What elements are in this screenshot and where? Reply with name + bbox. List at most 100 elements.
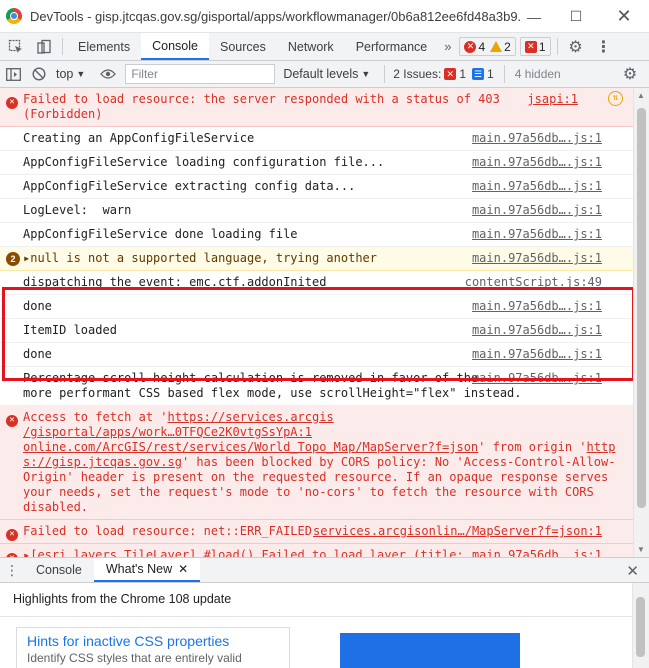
source-link[interactable]: main.97a56db….js:1	[472, 323, 602, 338]
maximize-icon[interactable]: ☐	[553, 0, 599, 33]
source-link[interactable]: main.97a56db….js:1	[472, 179, 602, 194]
dropdown-arrow-icon: ▼	[76, 69, 86, 79]
hidden-messages-count: 4 hidden	[503, 65, 561, 83]
issues-button[interactable]: 2 Issues: ✕ 1 ☰ 1	[384, 65, 494, 83]
window-titlebar: DevTools - gisp.jtcqas.gov.sg/gisportal/…	[0, 0, 649, 33]
chrome-logo-icon	[6, 8, 22, 24]
source-link[interactable]: main.97a56db….js:1	[472, 251, 602, 266]
message-text: AppConfigFileService loading configurati…	[23, 155, 385, 169]
more-options-kebab-icon[interactable]: ⋮	[590, 33, 618, 60]
log-message: ItemID loaded main.97a56db….js:1	[0, 319, 633, 343]
drawer-tab-label: Console	[36, 563, 82, 577]
request-network-icon[interactable]: ⇅	[608, 91, 623, 106]
log-message: LogLevel: warn main.97a56db….js:1	[0, 199, 633, 223]
filter-input[interactable]: Filter	[125, 64, 276, 84]
console-toolbar: top ▼ Filter Default levels ▼ 2 Issues: …	[0, 61, 649, 88]
source-link[interactable]: contentScript.js:49	[465, 275, 602, 290]
tab-sources[interactable]: Sources	[209, 33, 277, 60]
issues-counter[interactable]: ✕ 1	[519, 37, 551, 56]
repeat-count-badge: 2	[6, 252, 20, 266]
source-link[interactable]: main.97a56db….js:1	[472, 155, 602, 170]
drawer-tabbar: ⋮ Console What's New ✕ ✕	[0, 557, 649, 583]
message-list: ✕ Failed to load resource: net::ERR_FAILE…	[0, 520, 633, 557]
source-link[interactable]: main.97a56db….js:1	[472, 203, 602, 218]
source-link[interactable]: main.97a56db….js:1	[472, 131, 602, 146]
tab-elements[interactable]: Elements	[67, 33, 141, 60]
scroll-up-icon[interactable]: ▲	[637, 91, 645, 100]
context-selector[interactable]: top ▼	[52, 67, 89, 81]
issue-error-icon: ✕	[444, 68, 457, 80]
feature-card-subtitle: Identify CSS styles that are entirely va…	[27, 651, 242, 665]
source-link[interactable]: main.97a56db….js:1	[472, 299, 602, 314]
promo-image	[340, 633, 520, 668]
message-text: Creating an AppConfigFileService	[23, 131, 255, 145]
console-settings-gear-icon[interactable]: ⚙	[617, 61, 643, 87]
error-icon: ✕	[6, 93, 18, 109]
message-text: AppConfigFileService extracting config d…	[23, 179, 356, 193]
clear-console-icon[interactable]	[26, 61, 52, 87]
live-expression-eye-icon[interactable]	[95, 61, 121, 87]
message-list: ✕ Failed to load resource: the server res…	[0, 88, 633, 406]
drawer-tab-console[interactable]: Console	[24, 558, 94, 582]
device-toolbar-icon[interactable]	[30, 33, 58, 60]
source-link[interactable]: main.97a56db….js:1	[472, 227, 602, 242]
message-text: ▸[esri.layers.TileLayer] #load() Failed …	[23, 548, 464, 557]
window-title: DevTools - gisp.jtcqas.gov.sg/gisportal/…	[30, 8, 520, 24]
show-sidebar-icon[interactable]	[0, 61, 26, 87]
message-text: Percentage scroll height calculation is …	[23, 371, 522, 400]
error-message: ✕ Failed to load resource: the server res…	[0, 88, 633, 127]
error-warning-counter[interactable]: ✕ 4 2	[459, 37, 516, 56]
issue-error-icon: ✕	[524, 40, 537, 53]
drawer-tab-whats-new[interactable]: What's New ✕	[93, 558, 201, 582]
tab-network[interactable]: Network	[277, 33, 345, 60]
error-icon: ✕	[6, 411, 18, 427]
more-tabs-chevron-icon[interactable]: »	[438, 33, 457, 60]
console-scrollbar[interactable]: ▲ ▼	[633, 88, 649, 557]
error-icon: ✕	[6, 549, 18, 557]
issues-label: 2 Issues:	[393, 67, 442, 81]
log-message: done main.97a56db….js:1	[0, 295, 633, 319]
tab-console[interactable]: Console	[141, 33, 209, 60]
feature-card-title[interactable]: Hints for inactive CSS properties	[27, 633, 279, 649]
source-link[interactable]: main.97a56db….js:1	[472, 371, 602, 386]
log-levels-label: Default levels	[283, 67, 359, 81]
source-link[interactable]: main.97a56db….js:1	[472, 347, 602, 362]
cors-prefix: Access to fetch at '	[23, 410, 168, 424]
log-message: Percentage scroll height calculation is …	[0, 367, 633, 406]
drawer-tab-label: What's New	[105, 562, 173, 576]
context-value: top	[56, 67, 74, 81]
devtools-tabbar: Elements Console Sources Network Perform…	[0, 33, 649, 61]
error-icon: ✕	[6, 525, 18, 541]
whats-new-heading: Highlights from the Chrome 108 update	[13, 592, 232, 606]
issue-count: 1	[538, 39, 546, 54]
source-link[interactable]: jsapi:1	[527, 92, 578, 107]
source-link[interactable]: main.97a56db….js:1	[472, 548, 602, 557]
log-message: AppConfigFileService loading configurati…	[0, 151, 633, 175]
error-message: ✕ ▸[esri.layers.TileLayer] #load() Failed…	[0, 544, 633, 557]
settings-gear-icon[interactable]: ⚙	[562, 33, 590, 60]
minimize-icon[interactable]: —	[511, 0, 557, 33]
issues-error-count: 1	[459, 67, 466, 81]
inspect-element-icon[interactable]	[2, 33, 30, 60]
source-link[interactable]: services.arcgisonlin…/MapServer?f=json:1	[313, 524, 602, 539]
tab-performance[interactable]: Performance	[345, 33, 439, 60]
message-text: AppConfigFileService done loading file	[23, 227, 298, 241]
scroll-down-icon[interactable]: ▼	[637, 545, 645, 554]
log-message: AppConfigFileService done loading file ma…	[0, 223, 633, 247]
cors-error-message: ✕ Access to fetch at 'https://services.a…	[0, 406, 633, 520]
warning-count: 2	[504, 39, 511, 54]
error-count: 4	[478, 39, 486, 54]
drawer-scrollbar[interactable]	[632, 583, 649, 668]
message-text: ▸null is not a supported language, tryin…	[23, 251, 378, 265]
warning-icon	[490, 41, 503, 52]
drawer-menu-kebab-icon[interactable]: ⋮	[0, 558, 24, 582]
close-drawer-icon[interactable]: ✕	[626, 562, 639, 580]
scrollbar-thumb[interactable]	[636, 597, 645, 657]
close-window-icon[interactable]: ✕	[601, 0, 647, 33]
feature-card[interactable]: Hints for inactive CSS properties Identi…	[16, 627, 290, 668]
close-tab-icon[interactable]: ✕	[178, 562, 188, 576]
message-text: LogLevel: warn	[23, 203, 132, 217]
scrollbar-thumb[interactable]	[637, 108, 646, 508]
log-levels-dropdown[interactable]: Default levels ▼	[283, 67, 370, 81]
message-text: dispatching the event: emc.ctf.addonInit…	[23, 275, 327, 289]
